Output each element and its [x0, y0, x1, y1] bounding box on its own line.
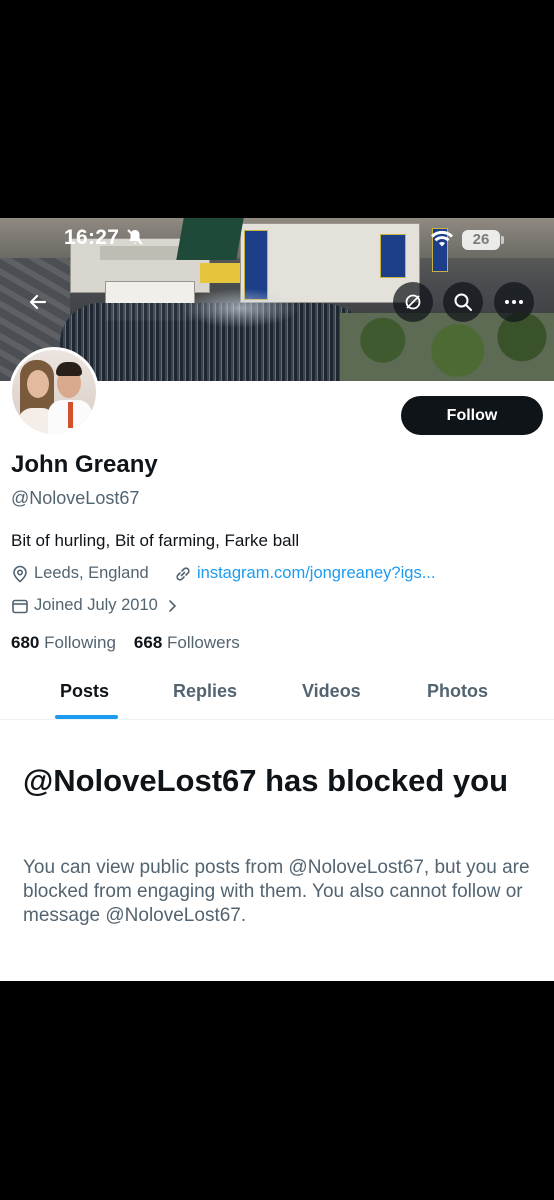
profile-handle: @NoloveLost67	[11, 488, 140, 508]
follow-counts: 680 Following 668 Followers	[11, 633, 240, 653]
tab-replies[interactable]: Replies	[173, 681, 237, 702]
silent-bell-icon	[127, 229, 143, 245]
chevron-right-icon	[169, 599, 176, 612]
tab-posts[interactable]: Posts	[60, 681, 109, 702]
following-count: 680	[11, 633, 40, 652]
more-icon	[505, 300, 523, 304]
follow-button[interactable]: Follow	[401, 396, 543, 435]
status-time: 16:27	[64, 226, 120, 249]
location-text: Leeds, England	[34, 564, 149, 582]
blocked-title: @NoloveLost67 has blocked you	[23, 763, 509, 798]
battery-tip	[501, 236, 504, 244]
tab-photos[interactable]: Photos	[427, 681, 488, 702]
active-tab-indicator	[55, 715, 118, 719]
profile-banner[interactable]: 16:27 26	[0, 218, 554, 381]
profile-tabs: Posts Replies Videos Photos	[0, 665, 554, 720]
sync-icon	[405, 294, 421, 310]
joined-text: Joined July 2010	[34, 596, 158, 614]
location-pin-icon	[13, 565, 27, 583]
grok-button[interactable]	[393, 282, 433, 322]
profile-location: Leeds, England	[11, 564, 149, 583]
profile-screen: 16:27 26 Follow John Greany @NoloveLost6…	[0, 218, 554, 981]
back-arrow-icon	[29, 294, 47, 310]
link-text[interactable]: instagram.com/jongreaney?igs...	[197, 564, 435, 583]
tab-videos[interactable]: Videos	[302, 681, 361, 702]
search-icon	[454, 293, 472, 311]
link-icon	[176, 566, 190, 581]
profile-name: John Greany	[11, 451, 158, 478]
following-label: Following	[44, 633, 116, 652]
wifi-icon	[431, 230, 453, 247]
calendar-icon	[12, 599, 28, 613]
profile-link[interactable]: instagram.com/jongreaney?igs...	[174, 564, 435, 583]
profile-bio: Bit of hurling, Bit of farming, Farke ba…	[11, 531, 300, 550]
avatar[interactable]	[9, 347, 99, 437]
back-button[interactable]	[20, 284, 56, 320]
following-stat[interactable]: 680 Following	[11, 633, 116, 653]
battery-level: 26	[462, 230, 500, 250]
more-button[interactable]	[494, 282, 534, 322]
blocked-message: You can view public posts from @NoloveLo…	[23, 857, 530, 926]
followers-count: 668	[133, 633, 163, 652]
search-button[interactable]	[443, 282, 483, 322]
profile-joined[interactable]: Joined July 2010	[11, 596, 180, 615]
followers-label: Followers	[167, 633, 240, 652]
status-bar: 16:27 26	[0, 224, 554, 258]
followers-stat[interactable]: 668 Followers	[134, 633, 240, 653]
